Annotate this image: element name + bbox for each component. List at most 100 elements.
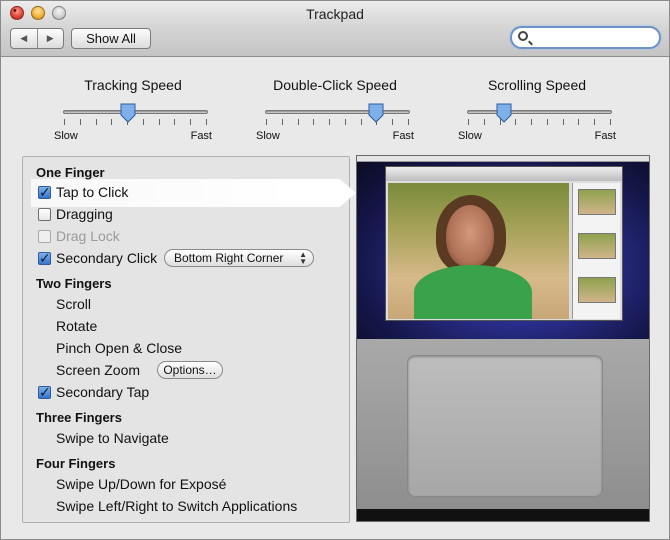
slider-tick xyxy=(392,119,394,125)
slider-tick xyxy=(468,119,469,125)
photo-face xyxy=(446,205,494,267)
slider-tick xyxy=(515,119,517,125)
slider-tick xyxy=(111,119,113,125)
slider-tick xyxy=(266,119,267,125)
slider-tick xyxy=(531,119,533,125)
preview-trackpad-area xyxy=(357,339,649,521)
dragging-row[interactable]: Dragging xyxy=(23,204,343,224)
slider-thumb[interactable] xyxy=(368,103,384,123)
rotate-row[interactable]: Rotate xyxy=(23,316,343,336)
gesture-preview xyxy=(356,155,650,522)
preview-app-window xyxy=(385,166,623,321)
slider-tick xyxy=(562,119,564,125)
slider-tick xyxy=(190,119,192,125)
search-icon xyxy=(518,31,528,41)
pinch-label: Pinch Open & Close xyxy=(56,340,183,356)
secondary-click-corner-popup[interactable]: Bottom Right Corner ▲ ▼ xyxy=(164,249,314,267)
switch-apps-label: Swipe Left/Right to Switch Applications xyxy=(56,498,298,514)
slider-label: Scrolling Speed xyxy=(487,77,587,93)
slider-ticks xyxy=(266,119,409,127)
scrolling-speed-slider-group: Scrolling Speed Slow Fast xyxy=(458,77,616,147)
tap-to-click-row[interactable]: Tap to Click xyxy=(23,182,343,202)
three-fingers-header: Three Fingers xyxy=(36,410,122,425)
switch-apps-row[interactable]: Swipe Left/Right to Switch Applications xyxy=(23,496,343,516)
screen-zoom-label: Screen Zoom xyxy=(56,362,141,378)
photo-shirt xyxy=(414,265,532,319)
slider-ticks xyxy=(468,119,611,127)
titlebar: • Trackpad ◀ ▶ Show All xyxy=(1,1,669,57)
slider-tick xyxy=(64,119,65,125)
slider-tick xyxy=(174,119,176,125)
window-title: Trackpad xyxy=(306,6,364,22)
preview-photo xyxy=(388,183,569,319)
screen-zoom-row[interactable]: Screen Zoom Options… xyxy=(23,360,343,380)
back-forward-control: ◀ ▶ xyxy=(10,28,64,49)
secondary-click-label: Secondary Click xyxy=(56,250,158,266)
slider-tick xyxy=(344,119,346,125)
dragging-checkbox[interactable] xyxy=(38,208,51,221)
preview-base xyxy=(357,509,649,521)
dragging-label: Dragging xyxy=(56,206,113,222)
rotate-label: Rotate xyxy=(56,318,98,334)
four-fingers-header: Four Fingers xyxy=(36,456,116,471)
slider-tick xyxy=(594,119,596,125)
expose-label: Swipe Up/Down for Exposé xyxy=(56,476,227,492)
show-all-button[interactable]: Show All xyxy=(71,28,151,49)
preview-screen xyxy=(357,156,649,339)
slider-max-label: Fast xyxy=(594,130,616,142)
one-finger-header: One Finger xyxy=(36,165,105,180)
slider-tick xyxy=(142,119,144,125)
scroll-label: Scroll xyxy=(56,296,92,312)
slider-tick xyxy=(158,119,160,125)
popup-value: Bottom Right Corner xyxy=(174,251,284,265)
double-click-speed-slider-group: Double-Click Speed Slow Fast xyxy=(256,77,414,147)
forward-button[interactable]: ▶ xyxy=(36,29,64,48)
thumbnail xyxy=(578,233,616,259)
tap-to-click-checkbox[interactable] xyxy=(38,182,51,202)
screen-zoom-options-button[interactable]: Options… xyxy=(157,361,223,379)
slider-tick xyxy=(313,119,315,125)
slider-min-label: Slow xyxy=(54,130,78,142)
preview-menubar xyxy=(357,156,649,162)
double-click-speed-slider[interactable] xyxy=(265,110,410,114)
swipe-navigate-label: Swipe to Navigate xyxy=(56,430,169,446)
secondary-tap-label: Secondary Tap xyxy=(56,384,150,400)
slider-min-label: Slow xyxy=(256,130,280,142)
pinch-row[interactable]: Pinch Open & Close xyxy=(23,338,343,358)
search-field[interactable] xyxy=(510,26,661,49)
back-button[interactable]: ◀ xyxy=(11,29,37,48)
slider-tick xyxy=(408,119,409,125)
swipe-navigate-row[interactable]: Swipe to Navigate xyxy=(23,428,343,448)
thumbnail xyxy=(578,189,616,215)
slider-thumb[interactable] xyxy=(496,103,512,123)
expose-row[interactable]: Swipe Up/Down for Exposé xyxy=(23,474,343,494)
secondary-click-checkbox[interactable] xyxy=(38,248,51,268)
preview-window-toolbar xyxy=(386,167,622,181)
gesture-options-panel: One Finger Tap to Click Dragging Drag Lo… xyxy=(22,156,356,523)
slider-tick xyxy=(483,119,485,125)
triangle-left-icon: ◀ xyxy=(20,33,28,43)
search-input[interactable] xyxy=(534,30,654,45)
tap-to-click-label: Tap to Click xyxy=(56,184,129,200)
scrolling-speed-slider[interactable] xyxy=(467,110,612,114)
thumbnail xyxy=(578,277,616,303)
secondary-tap-row[interactable]: Secondary Tap xyxy=(23,382,343,402)
two-fingers-header: Two Fingers xyxy=(36,276,112,291)
slider-tick xyxy=(610,119,611,125)
secondary-click-row[interactable]: Secondary Click Bottom Right Corner ▲▼ xyxy=(23,248,343,268)
preview-thumbnail-sidebar xyxy=(572,183,620,319)
secondary-tap-checkbox[interactable] xyxy=(38,382,51,402)
drag-lock-row: Drag Lock xyxy=(23,226,343,246)
slider-min-label: Slow xyxy=(458,130,482,142)
slider-label: Tracking Speed xyxy=(84,77,182,93)
scroll-row[interactable]: Scroll xyxy=(23,294,343,314)
slider-tick xyxy=(206,119,207,125)
slider-tick xyxy=(360,119,362,125)
popup-arrows-icon: ▲ ▼ xyxy=(299,250,307,266)
slider-thumb[interactable] xyxy=(120,103,136,123)
slider-tick xyxy=(281,119,283,125)
slider-tick xyxy=(95,119,97,125)
slider-tick xyxy=(79,119,81,125)
slider-tick xyxy=(329,119,331,125)
drag-lock-checkbox xyxy=(38,230,51,243)
